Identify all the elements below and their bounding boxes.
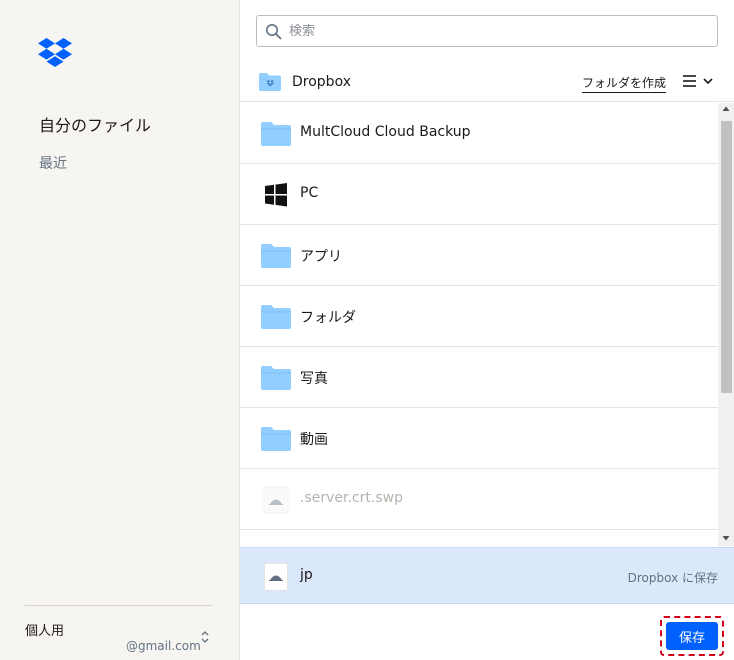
list-item-label: PC bbox=[300, 185, 319, 201]
list-item[interactable]: 写真 bbox=[240, 347, 718, 408]
list-item-label: MultCloud Cloud Backup bbox=[300, 124, 471, 140]
view-options-menu-icon[interactable] bbox=[681, 70, 717, 92]
file-list: MultCloud Cloud Backup PC アプリ フォルダ 写真 動画… bbox=[240, 103, 718, 546]
list-item: .server.crt.swp bbox=[240, 469, 718, 530]
list-item-label: 写真 bbox=[300, 371, 328, 387]
main-panel: Dropbox フォルダを作成 MultCloud Cloud Backup bbox=[240, 0, 734, 660]
folder-icon bbox=[261, 366, 291, 390]
location-breadcrumb[interactable]: Dropbox bbox=[292, 74, 351, 90]
search-box[interactable] bbox=[256, 15, 718, 47]
list-item-label: フォルダ bbox=[300, 310, 356, 326]
search-input[interactable] bbox=[289, 21, 709, 41]
list-scrollbar[interactable] bbox=[718, 103, 734, 546]
list-item[interactable]: MultCloud Cloud Backup bbox=[240, 103, 718, 164]
file-icon bbox=[263, 486, 289, 514]
sidebar: 自分のファイル 最近 個人用 @gmail.com bbox=[0, 0, 240, 660]
account-email[interactable]: @gmail.com bbox=[126, 639, 201, 653]
selected-file-name: jp bbox=[300, 567, 313, 583]
sidebar-item-my-files[interactable]: 自分のファイル bbox=[39, 112, 151, 136]
list-item-label: アプリ bbox=[300, 249, 342, 265]
dropbox-logo-icon bbox=[38, 38, 72, 67]
location-header: Dropbox フォルダを作成 bbox=[240, 62, 734, 102]
list-item-label: 動画 bbox=[300, 432, 328, 448]
list-item-label: .server.crt.swp bbox=[300, 490, 403, 506]
folder-icon bbox=[261, 122, 291, 146]
sidebar-item-recent[interactable]: 最近 bbox=[39, 153, 67, 173]
folder-icon bbox=[261, 305, 291, 329]
save-destination-hint: Dropbox に保存 bbox=[627, 571, 718, 585]
save-dialog: 自分のファイル 最近 個人用 @gmail.com 検索 Dropbox フォル… bbox=[0, 0, 734, 660]
dropbox-folder-icon bbox=[259, 73, 281, 91]
account-type-label[interactable]: 個人用 bbox=[25, 620, 64, 639]
windows-icon bbox=[265, 183, 287, 207]
list-item[interactable]: アプリ bbox=[240, 225, 718, 286]
sidebar-divider bbox=[25, 605, 213, 606]
folder-icon bbox=[261, 244, 291, 268]
file-icon bbox=[264, 563, 288, 591]
scroll-down-arrow-icon[interactable] bbox=[722, 534, 730, 542]
scrollbar-thumb[interactable] bbox=[721, 121, 732, 393]
list-item[interactable]: フォルダ bbox=[240, 286, 718, 347]
dialog-footer: 保存 bbox=[240, 605, 734, 660]
chevron-up-down-icon[interactable] bbox=[199, 629, 211, 645]
list-item[interactable]: PC bbox=[240, 164, 718, 225]
selected-file-row[interactable]: jp Dropbox に保存 bbox=[240, 547, 734, 604]
scroll-up-arrow-icon[interactable] bbox=[722, 105, 730, 113]
list-item[interactable]: 動画 bbox=[240, 408, 718, 469]
search-icon bbox=[266, 24, 282, 40]
create-folder-button[interactable]: フォルダを作成 bbox=[582, 74, 667, 93]
save-button-highlight: 保存 bbox=[660, 616, 724, 656]
save-button[interactable]: 保存 bbox=[666, 622, 718, 650]
folder-icon bbox=[261, 427, 291, 451]
